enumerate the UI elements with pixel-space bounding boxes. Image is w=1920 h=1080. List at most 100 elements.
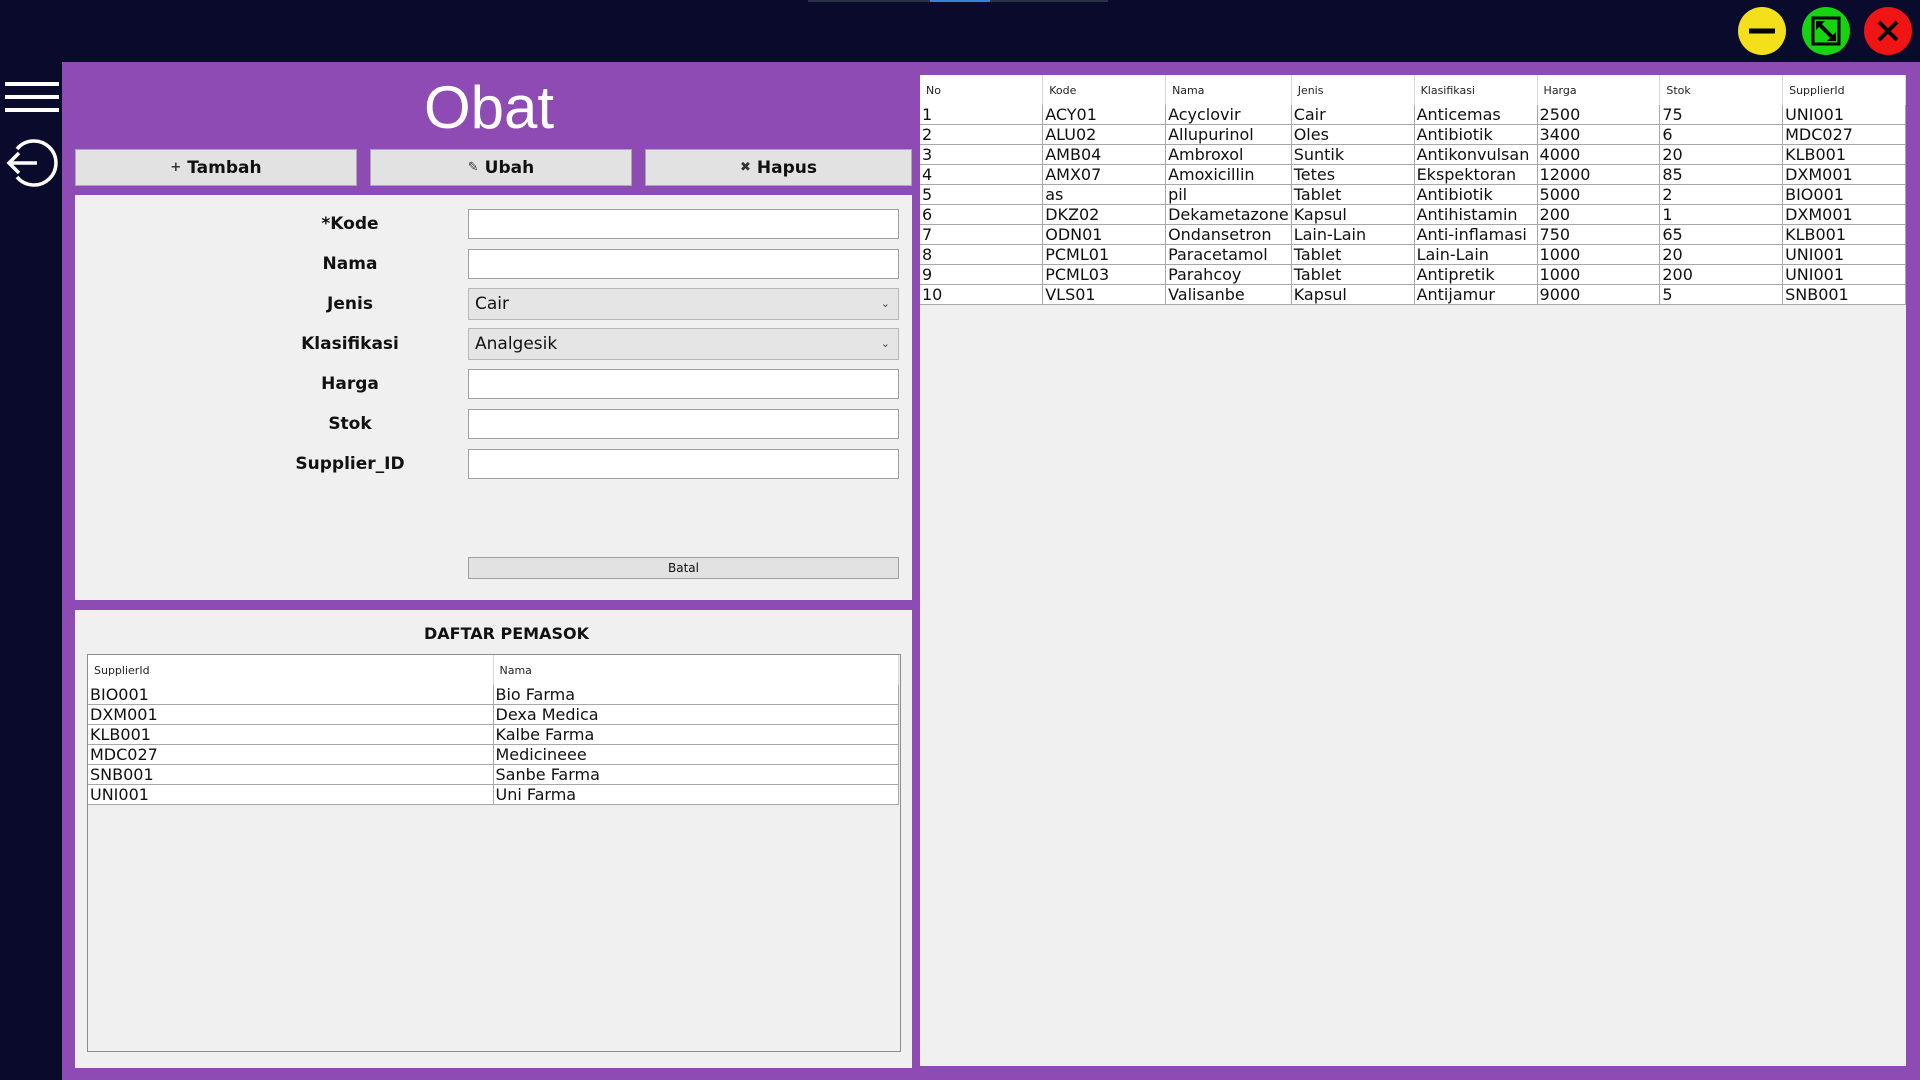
obat-table-cell[interactable]: Tablet	[1291, 264, 1415, 285]
obat-table-cell[interactable]: VLS01	[1042, 284, 1167, 305]
obat-table-cell[interactable]: Anti-inflamasi	[1414, 224, 1538, 245]
supplier-table-cell[interactable]: UNI001	[88, 784, 494, 805]
obat-table-cell[interactable]: 1	[1659, 204, 1784, 225]
obat-table-cell[interactable]: Kapsul	[1291, 284, 1415, 305]
obat-table-cell[interactable]: SNB001	[1782, 284, 1906, 305]
obat-table-row[interactable]: 3 AMB04 Ambroxol Suntik Antikonvulsan 4000 20 K…	[920, 144, 1906, 165]
obat-table-cell[interactable]: as	[1042, 184, 1167, 205]
obat-table-cell[interactable]: 65	[1659, 224, 1784, 245]
obat-table-cell[interactable]: 85	[1659, 164, 1784, 185]
minimize-button[interactable]	[1738, 7, 1786, 55]
obat-table-cell[interactable]: 6	[920, 204, 1044, 225]
obat-table-cell[interactable]: 5	[1659, 284, 1784, 305]
nama-input[interactable]	[468, 249, 899, 279]
obat-table-cell[interactable]: Tablet	[1291, 244, 1415, 265]
obat-table-cell[interactable]: Anticemas	[1414, 105, 1538, 125]
obat-table-cell[interactable]: UNI001	[1782, 264, 1906, 285]
obat-table-cell[interactable]: Tablet	[1291, 184, 1415, 205]
jenis-select[interactable]: Cair ⌄	[468, 288, 899, 320]
supplier-table-row[interactable]: DXM001 Dexa Medica	[88, 704, 899, 725]
obat-table-cell[interactable]: Allupurinol	[1165, 124, 1292, 145]
obat-table-cell[interactable]: 5	[920, 184, 1044, 205]
supplier-table-row[interactable]: BIO001 Bio Farma	[88, 685, 899, 705]
supplier-table-cell[interactable]: Medicineee	[493, 744, 899, 765]
obat-table-cell[interactable]: Cair	[1291, 105, 1415, 125]
obat-table-row[interactable]: 1 ACY01 Acyclovir Cair Anticemas 2500 75 UNI001	[920, 105, 1906, 125]
maximize-button[interactable]	[1802, 7, 1850, 55]
supplier-table-cell[interactable]: Kalbe Farma	[493, 724, 899, 745]
klasifikasi-select[interactable]: Analgesik ⌄	[468, 328, 899, 360]
hapus-button[interactable]: ✖ Hapus	[645, 149, 912, 186]
obat-table-cell[interactable]: Acyclovir	[1165, 105, 1292, 125]
kode-input[interactable]	[468, 209, 899, 239]
obat-table-cell[interactable]: 8	[920, 244, 1044, 265]
obat-table-cell[interactable]: Antihistamin	[1414, 204, 1538, 225]
obat-table-cell[interactable]: Antibiotik	[1414, 124, 1538, 145]
supplier-table-cell[interactable]: Bio Farma	[493, 685, 899, 705]
obat-table-cell[interactable]: 9	[920, 264, 1044, 285]
obat-table-row[interactable]: 10 VLS01 Valisanbe Kapsul Antijamur 9000 5 SNB0…	[920, 284, 1906, 305]
obat-table-cell[interactable]: Kapsul	[1291, 204, 1415, 225]
supplier-table-row[interactable]: KLB001 Kalbe Farma	[88, 724, 899, 745]
obat-table-row[interactable]: 8 PCML01 Paracetamol Tablet Lain-Lain 1000 20 U…	[920, 244, 1906, 265]
obat-table-cell[interactable]: 3400	[1537, 124, 1661, 145]
supplier-table-row[interactable]: SNB001 Sanbe Farma	[88, 764, 899, 785]
obat-table-cell[interactable]: UNI001	[1782, 244, 1906, 265]
obat-column-header[interactable]: Jenis	[1291, 75, 1415, 105]
obat-table-cell[interactable]: 1000	[1537, 244, 1661, 265]
supplier-table[interactable]: SupplierId Nama BIO001 Bio Farma DXM001 Dexa…	[87, 654, 901, 1052]
obat-table-row[interactable]: 4 AMX07 Amoxicillin Tetes Ekspektoran 12000 85…	[920, 164, 1906, 185]
obat-table-cell[interactable]: PCML01	[1042, 244, 1167, 265]
obat-table-cell[interactable]: Oles	[1291, 124, 1415, 145]
obat-table-cell[interactable]: Parahcoy	[1165, 264, 1292, 285]
obat-column-header[interactable]: Klasifikasi	[1414, 75, 1538, 105]
harga-input[interactable]	[468, 369, 899, 399]
supplier-id-input[interactable]	[468, 449, 899, 479]
obat-table-row[interactable]: 9 PCML03 Parahcoy Tablet Antipretik 1000 200 UN…	[920, 264, 1906, 285]
obat-table-cell[interactable]: 7	[920, 224, 1044, 245]
close-button[interactable]	[1864, 7, 1912, 55]
obat-table-cell[interactable]: Antibiotik	[1414, 184, 1538, 205]
supplier-table-row[interactable]: UNI001 Uni Farma	[88, 784, 899, 805]
tambah-button[interactable]: + Tambah	[75, 149, 357, 186]
obat-table-cell[interactable]: 75	[1659, 105, 1784, 125]
obat-table-cell[interactable]: 750	[1537, 224, 1661, 245]
obat-table-cell[interactable]: 12000	[1537, 164, 1661, 185]
obat-table-cell[interactable]: AMX07	[1042, 164, 1167, 185]
logout-icon[interactable]	[3, 135, 59, 191]
obat-table-cell[interactable]: Dekametazone	[1165, 204, 1292, 225]
obat-table-cell[interactable]: 5000	[1537, 184, 1661, 205]
supplier-table-cell[interactable]: Dexa Medica	[493, 704, 899, 725]
supplier-table-cell[interactable]: Uni Farma	[493, 784, 899, 805]
obat-table-cell[interactable]: DKZ02	[1042, 204, 1167, 225]
obat-table-cell[interactable]: 4000	[1537, 144, 1661, 165]
obat-table-cell[interactable]: 1000	[1537, 264, 1661, 285]
obat-table-cell[interactable]: Ekspektoran	[1414, 164, 1538, 185]
supplier-table-cell[interactable]: Sanbe Farma	[493, 764, 899, 785]
obat-table-cell[interactable]: 2500	[1537, 105, 1661, 125]
obat-table-cell[interactable]: Antipretik	[1414, 264, 1538, 285]
obat-table-cell[interactable]: MDC027	[1782, 124, 1906, 145]
hamburger-menu-icon[interactable]	[3, 78, 59, 134]
obat-table-cell[interactable]: AMB04	[1042, 144, 1167, 165]
obat-table-cell[interactable]: Ondansetron	[1165, 224, 1292, 245]
supplier-column-header[interactable]: Nama	[493, 655, 899, 685]
obat-table-row[interactable]: 7 ODN01 Ondansetron Lain-Lain Anti-inflamasi…	[920, 224, 1906, 245]
obat-column-header[interactable]: Kode	[1042, 75, 1167, 105]
obat-table-cell[interactable]: 2	[920, 124, 1044, 145]
supplier-column-header[interactable]: SupplierId	[88, 655, 494, 685]
supplier-table-cell[interactable]: MDC027	[88, 744, 494, 765]
stok-input[interactable]	[468, 409, 899, 439]
supplier-table-cell[interactable]: SNB001	[88, 764, 494, 785]
obat-table-cell[interactable]: 200	[1659, 264, 1784, 285]
obat-table-cell[interactable]: Antikonvulsan	[1414, 144, 1538, 165]
batal-button[interactable]: Batal	[468, 557, 899, 579]
obat-column-header[interactable]: Nama	[1165, 75, 1292, 105]
obat-table-cell[interactable]: UNI001	[1782, 105, 1906, 125]
obat-table-cell[interactable]: Antijamur	[1414, 284, 1538, 305]
obat-table-cell[interactable]: pil	[1165, 184, 1292, 205]
obat-table-cell[interactable]: Lain-Lain	[1291, 224, 1415, 245]
obat-table-cell[interactable]: 6	[1659, 124, 1784, 145]
obat-column-header[interactable]: SupplierId	[1782, 75, 1906, 105]
obat-table-cell[interactable]: 200	[1537, 204, 1661, 225]
